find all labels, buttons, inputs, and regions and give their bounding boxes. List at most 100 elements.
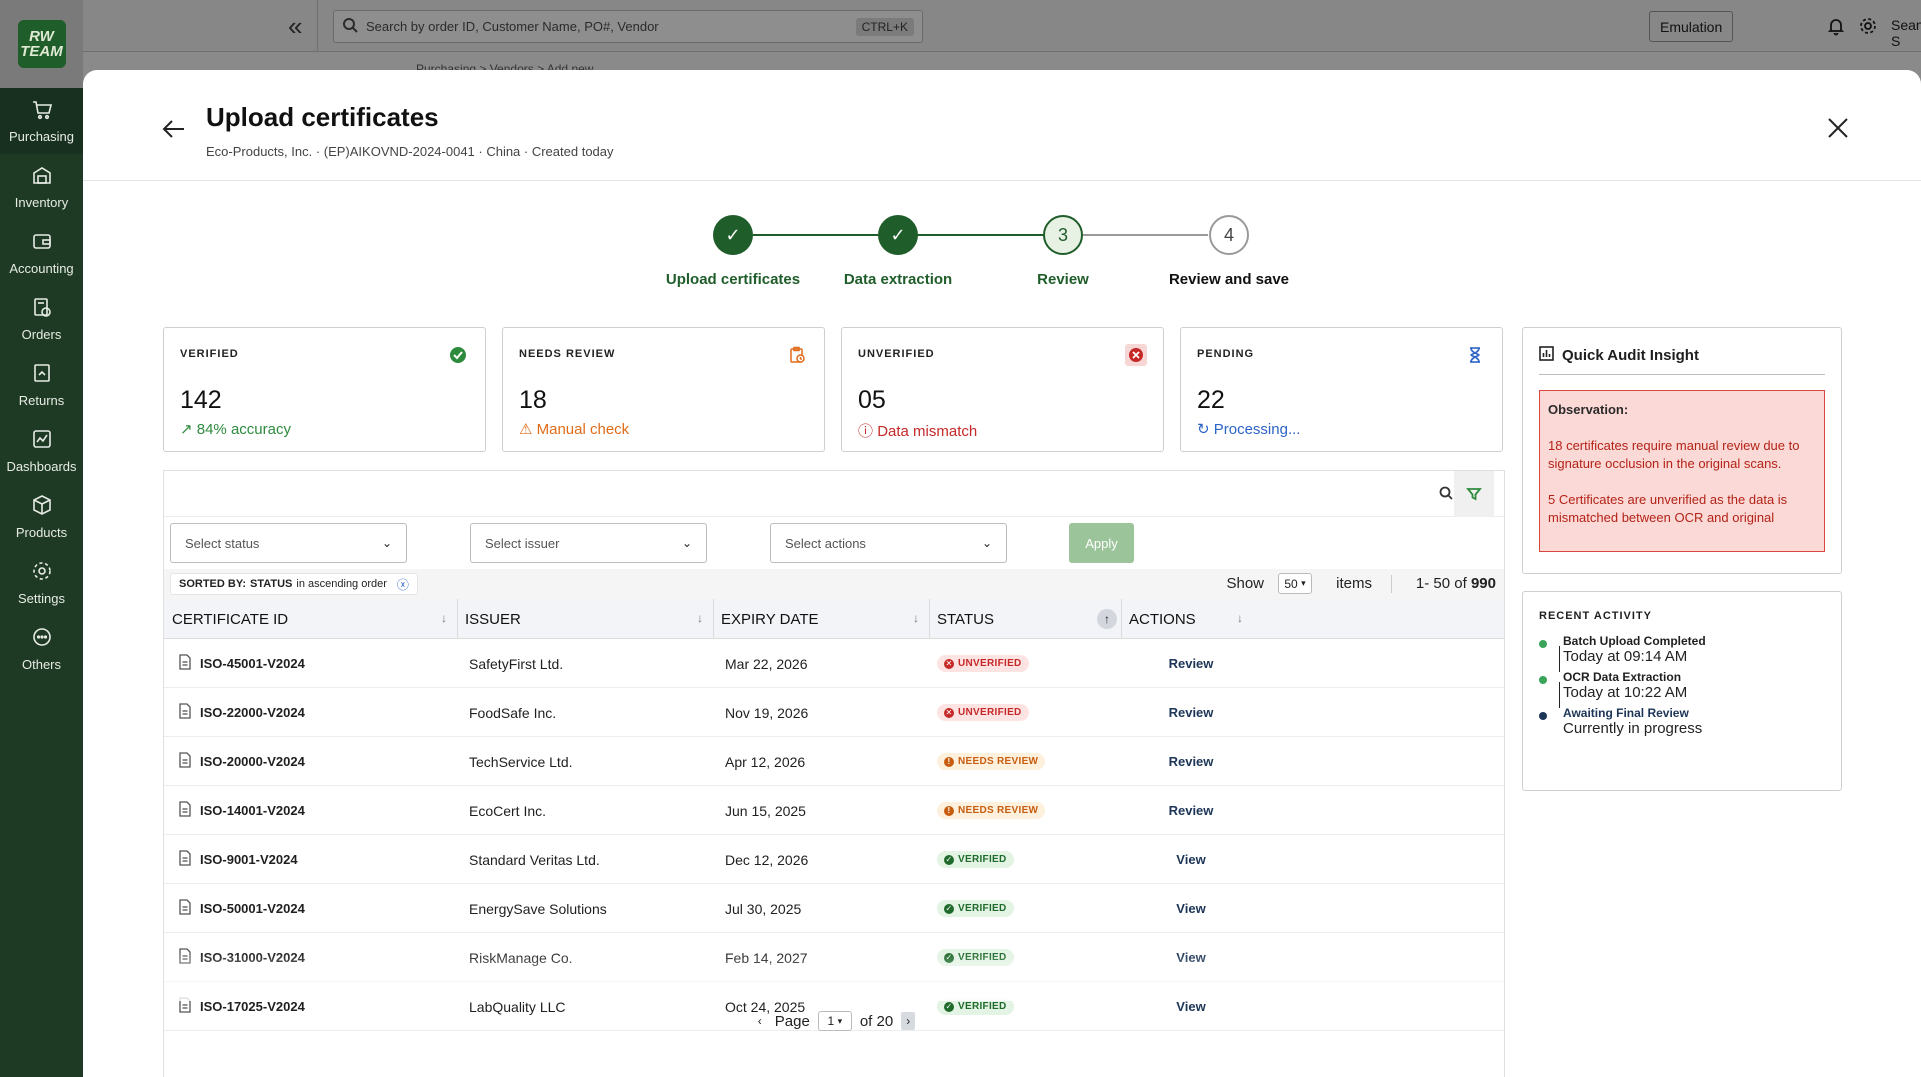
certificate-id: ISO-22000-V2024 [200, 705, 305, 720]
user-name[interactable]: Sean S [1891, 17, 1921, 49]
column-header-label: CERTIFICATE ID [172, 610, 289, 628]
sidebar-item-orders[interactable]: Orders [0, 286, 83, 352]
actions-cell: View [1129, 884, 1253, 933]
sidebar-item-others[interactable]: Others [0, 616, 83, 682]
stat-card-verified[interactable]: VERIFIED 142 ↗ 84% accuracy [163, 327, 486, 452]
status-text: VERIFIED [958, 952, 1007, 963]
activity-name: Batch Upload Completed [1563, 634, 1706, 648]
view-link[interactable]: View [1176, 901, 1205, 916]
column-header-label: ACTIONS [1129, 610, 1196, 628]
review-link[interactable]: Review [1169, 705, 1214, 720]
actions-cell: Review [1129, 688, 1253, 737]
sort-icon[interactable]: ↑ [1097, 609, 1117, 629]
sort-icon[interactable]: ↓ [441, 611, 447, 625]
divider [929, 599, 930, 639]
sort-chip[interactable]: SORTED BY: STATUS in ascending order ⓧ [170, 573, 418, 595]
status-select-placeholder: Select status [185, 535, 260, 551]
topbar: « Search by order ID, Customer Name, PO#… [83, 0, 1921, 76]
certificate-id-cell: ISO-45001-V2024 [178, 639, 305, 688]
column-header-certificate-id[interactable]: CERTIFICATE ID ↓ [172, 599, 457, 639]
filter-icon[interactable] [1454, 471, 1494, 517]
review-link[interactable]: Review [1169, 803, 1214, 818]
sort-info-row: SORTED BY: STATUS in ascending order ⓧ S… [164, 569, 1504, 599]
review-link[interactable]: Review [1169, 754, 1214, 769]
view-link[interactable]: View [1176, 950, 1205, 965]
stat-card-needs-review[interactable]: NEEDS REVIEW 18 ⚠ Manual check [502, 327, 825, 452]
back-arrow-icon[interactable] [160, 115, 188, 143]
status-cell: ✕ UNVERIFIED [937, 688, 1029, 737]
sidebar-item-accounting[interactable]: Accounting [0, 220, 83, 286]
per-page-select[interactable]: 50 ▾ [1278, 573, 1312, 594]
certificate-id: ISO-14001-V2024 [200, 803, 305, 818]
document-icon [178, 703, 192, 722]
sidebar-item-label: Products [15, 525, 68, 540]
insight-title-text: Quick Audit Insight [1562, 347, 1699, 364]
page-title: Upload certificates [206, 102, 439, 132]
close-icon[interactable] [1825, 115, 1851, 141]
chevron-down-icon: ⌄ [981, 536, 992, 550]
insight-title: Quick Audit Insight [1539, 346, 1699, 365]
sort-icon[interactable]: ↓ [913, 611, 919, 625]
divider [1559, 646, 1560, 672]
status-select[interactable]: Select status ⌄ [170, 523, 407, 563]
column-header-expiry-date[interactable]: EXPIRY DATE ↓ [721, 599, 929, 639]
actions-cell: Review [1129, 639, 1253, 688]
issuer-select[interactable]: Select issuer ⌄ [470, 523, 707, 563]
view-link[interactable]: View [1176, 852, 1205, 867]
logo-line2: TEAM [20, 43, 63, 60]
logo[interactable]: RW TEAM [0, 0, 83, 88]
apply-button[interactable]: Apply [1069, 523, 1134, 563]
sort-icon[interactable]: ↓ [697, 611, 703, 625]
collapse-sidebar-icon[interactable]: « [288, 13, 302, 39]
bell-icon[interactable] [1826, 16, 1846, 36]
certificates-table-card: Select status ⌄ Select issuer ⌄ Select a… [163, 470, 1505, 1077]
divider [1559, 682, 1560, 708]
certificate-id: ISO-9001-V2024 [200, 852, 298, 867]
table-body: ISO-45001-V2024 SafetyFirst Ltd. Mar 22, 2… [164, 639, 1504, 1031]
expiry-date-cell: Feb 14, 2027 [725, 949, 808, 966]
document-icon [178, 654, 192, 673]
progress-stepper: ✓ Upload certificates ✓ Data extraction 3 Rev… [83, 215, 1921, 295]
page-select[interactable]: 1 ▾ [817, 1011, 852, 1031]
chevron-down-icon: ⌄ [681, 536, 692, 550]
certificate-id: ISO-31000-V2024 [200, 950, 305, 965]
items-label: items [1336, 575, 1372, 592]
clear-sort-icon[interactable]: ⓧ [397, 576, 409, 593]
sidebar-item-returns[interactable]: Returns [0, 352, 83, 418]
sidebar-item-products[interactable]: Products [0, 484, 83, 550]
stat-subtext: ⓘ Data mismatch [858, 420, 977, 441]
stat-card-pending[interactable]: PENDING 22 ↻ Processing... [1180, 327, 1503, 452]
next-page-icon[interactable]: › [901, 1012, 916, 1030]
gear-icon[interactable] [1858, 16, 1878, 36]
sort-icon[interactable]: ↓ [1237, 611, 1243, 625]
emulation-button[interactable]: Emulation [1649, 11, 1734, 42]
prev-page-icon[interactable]: ‹ [753, 1012, 767, 1030]
per-page-value: 50 [1284, 576, 1298, 591]
status-text: NEEDS REVIEW [958, 756, 1039, 767]
issuer-cell: EnergySave Solutions [469, 900, 607, 917]
actions-select[interactable]: Select actions ⌄ [770, 523, 1007, 563]
table-row: ISO-20000-V2024 TechService Ltd. Apr 12, 2… [164, 737, 1504, 786]
sidebar-item-dashboards[interactable]: Dashboards [0, 418, 83, 484]
orders-icon [31, 296, 53, 321]
column-header-status[interactable]: STATUS ↑ [937, 599, 1121, 639]
issuer-cell: EcoCert Inc. [469, 802, 547, 819]
sidebar-item-label: Others [21, 657, 61, 672]
global-search-input[interactable]: Search by order ID, Customer Name, PO#, … [333, 10, 923, 43]
step-3: 3 Review [973, 215, 1153, 288]
column-header-issuer[interactable]: ISSUER ↓ [465, 599, 713, 639]
certificate-id-cell: ISO-50001-V2024 [178, 884, 305, 933]
chevron-down-icon: ⌄ [381, 536, 392, 550]
chevron-down-icon: ▾ [837, 1015, 843, 1026]
stat-card-unverified[interactable]: UNVERIFIED 05 ⓘ Data mismatch [841, 327, 1164, 452]
sidebar-item-inventory[interactable]: Inventory [0, 154, 83, 220]
status-badge: ✕ UNVERIFIED [937, 655, 1029, 672]
activity-time: Today at 10:22 AM [1563, 684, 1688, 701]
check-circle-icon [447, 344, 469, 366]
column-header-label: ISSUER [465, 610, 521, 628]
sidebar-item-settings[interactable]: Settings [0, 550, 83, 616]
review-link[interactable]: Review [1169, 656, 1214, 671]
sidebar-item-purchasing[interactable]: Purchasing [0, 88, 83, 154]
step-label: Review and save [1168, 271, 1290, 288]
column-header-actions[interactable]: ACTIONS ↓ [1129, 599, 1253, 639]
